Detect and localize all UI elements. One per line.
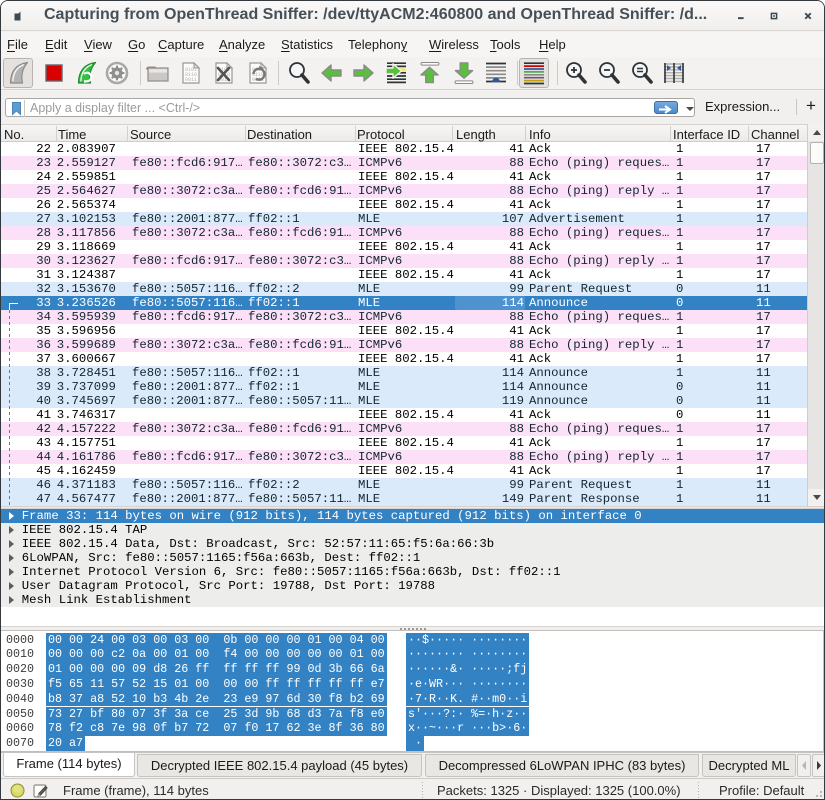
svg-text:0011: 0011 [185,77,197,83]
